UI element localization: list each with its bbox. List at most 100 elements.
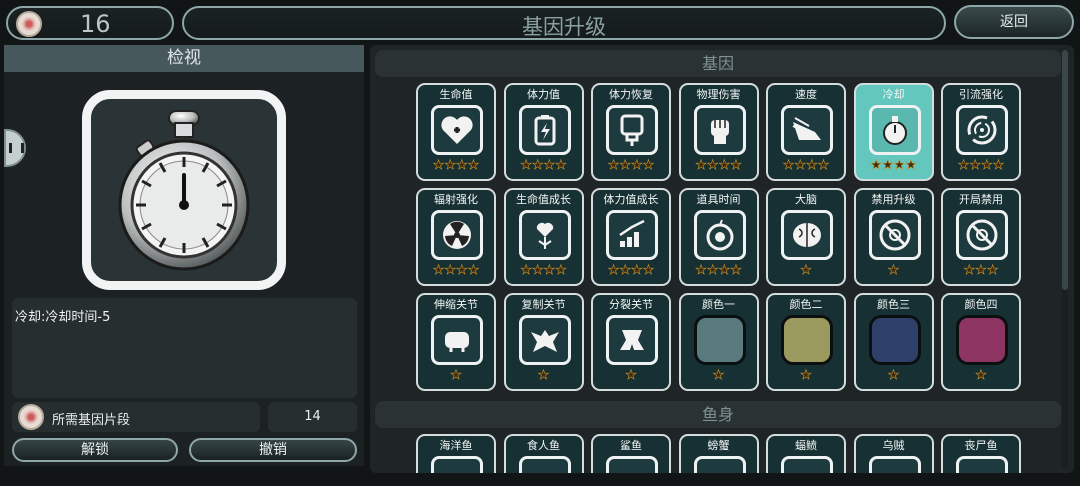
title-bar: 基因升级 [182, 6, 946, 40]
gene-card[interactable]: 颜色四 ★ [941, 293, 1021, 391]
star-rating: ★ [887, 368, 900, 383]
star-rating: ★★★★ [607, 263, 655, 278]
charger-icon [606, 105, 658, 155]
star-rating: ★★★★ [432, 158, 480, 173]
color-swatch [956, 315, 1008, 365]
gene-card[interactable]: 生命值成长 ★★★★ [503, 188, 584, 286]
growing-heart-icon [518, 210, 571, 260]
unlock-button[interactable]: 解锁 [12, 438, 178, 462]
undo-button[interactable]: 撤销 [189, 438, 357, 462]
timer-apple-icon [693, 210, 746, 260]
gene-card[interactable]: 禁用升级 ★ [853, 188, 934, 286]
gene-card-name: 道具时间 [696, 193, 741, 206]
gene-card[interactable]: 体力恢复 ★★★★ [591, 83, 671, 181]
side-pause-tab[interactable] [4, 129, 26, 167]
gene-fragment-counter: 16 [6, 6, 174, 40]
gene-fragment-icon [18, 404, 44, 430]
fish-card[interactable]: 食人鱼 [503, 434, 584, 473]
gene-card-name: 引流强化 [959, 88, 1003, 101]
fish-card-name: 海洋鱼 [439, 439, 473, 452]
scrollbar-thumb[interactable] [1062, 50, 1068, 290]
fish-card-name: 丧尸鱼 [964, 439, 998, 452]
star-rating: ★★★★ [870, 158, 917, 173]
fish-card[interactable]: 鲨鱼 [591, 434, 671, 473]
gene-card-name: 禁用升级 [871, 193, 916, 206]
star-rating: ★★★★ [782, 158, 830, 173]
gene-card[interactable]: 大脑 ★ [766, 188, 846, 286]
growth-chart-icon [606, 210, 658, 260]
gene-card-name: 体力恢复 [609, 88, 653, 101]
gene-card-name: 生命值成长 [516, 193, 571, 206]
gene-card-name: 颜色二 [789, 298, 823, 311]
required-fragments-label: 所需基因片段 [52, 413, 131, 428]
fish-card[interactable]: 蝠鲼 [766, 434, 846, 473]
fish-card[interactable]: 乌贼 [853, 434, 934, 473]
page-title: 基因升级 [522, 15, 606, 39]
gene-card[interactable]: 速度 ★★★★ [766, 83, 846, 181]
fish-card[interactable]: 丧尸鱼 [941, 434, 1021, 473]
required-fragments-value: 14 [268, 402, 357, 432]
gene-card[interactable]: 分裂关节 ★ [591, 293, 671, 391]
gene-card[interactable]: 体力值 ★★★★ [503, 83, 584, 181]
joint-bone-icon [431, 315, 483, 365]
banned-biohazard-icon [956, 210, 1008, 260]
gene-card-name: 辐射强化 [434, 193, 478, 206]
brain-icon [781, 210, 833, 260]
gene-card-name: 颜色三 [877, 298, 910, 311]
color-swatch [693, 315, 746, 365]
star-rating: ★★★★ [520, 158, 567, 173]
stopwatch-icon [868, 105, 921, 155]
stopwatch-icon [118, 110, 250, 271]
star-rating: ★★★★ [695, 263, 742, 278]
battery-icon [518, 105, 571, 155]
fish-card[interactable]: 海洋鱼 [416, 434, 496, 473]
fish-card-name: 食人鱼 [527, 439, 560, 452]
gene-card[interactable]: 体力值成长 ★★★★ [591, 188, 671, 286]
inspect-panel: 检视 冷却:冷却时间-5 所需基因片段 14 解锁 撤销 [4, 45, 364, 466]
gene-card[interactable]: 开局禁用 ★★★ [941, 188, 1021, 286]
vortex-icon [956, 105, 1008, 155]
gene-card[interactable]: 生命值 ★★★★ [416, 83, 496, 181]
gene-card[interactable]: 物理伤害 ★★★★ [678, 83, 759, 181]
gene-card-name: 生命值 [439, 88, 473, 101]
color-swatch [781, 315, 833, 365]
fish-card[interactable]: 螃蟹 [678, 434, 759, 473]
fish-icon [431, 456, 483, 473]
star-rating: ★ [625, 368, 637, 383]
gene-card[interactable]: 复制关节 ★ [503, 293, 584, 391]
fish-card-name: 鲨鱼 [620, 439, 642, 452]
vertebra-icon [518, 315, 571, 365]
gene-card[interactable]: 颜色三 ★ [853, 293, 934, 391]
gene-card-name: 开局禁用 [959, 193, 1003, 206]
fish-icon [956, 456, 1008, 473]
banned-biohazard-icon [868, 210, 921, 260]
gene-card-name: 分裂关节 [609, 298, 653, 311]
gene-card[interactable]: 辐射强化 ★★★★ [416, 188, 496, 286]
color-swatch [868, 315, 921, 365]
gene-card-name: 颜色一 [702, 298, 735, 311]
gene-card[interactable]: 冷却 ★★★★ [853, 83, 934, 181]
heart-plus-icon [431, 105, 483, 155]
star-rating: ★ [975, 368, 987, 383]
star-rating: ★ [450, 368, 462, 383]
selected-gene-icon-frame [82, 90, 286, 290]
gene-card-name: 物理伤害 [696, 88, 741, 101]
fish-icon [868, 456, 921, 473]
gene-card[interactable]: 颜色二 ★ [766, 293, 846, 391]
gene-card-name: 伸缩关节 [434, 298, 478, 311]
gene-list-panel: 基因 鱼身 生命值 ★★★★ 体力值 ★★★★ 体力恢复 ★★★★ 物理伤害 ★★★★ 速度 ★★… [370, 45, 1074, 473]
gene-card[interactable]: 颜色一 ★ [678, 293, 759, 391]
gene-card-name: 速度 [795, 88, 817, 101]
fish-section-header: 鱼身 [375, 401, 1061, 428]
gene-fragment-icon [16, 11, 42, 37]
gene-card[interactable]: 引流强化 ★★★★ [941, 83, 1021, 181]
star-rating: ★ [887, 263, 900, 278]
required-fragments-row: 所需基因片段 [12, 402, 260, 432]
gene-card-name: 冷却 [882, 88, 905, 101]
fish-card-name: 乌贼 [882, 439, 905, 452]
fish-icon [606, 456, 658, 473]
gene-card[interactable]: 伸缩关节 ★ [416, 293, 496, 391]
gene-card[interactable]: 道具时间 ★★★★ [678, 188, 759, 286]
gene-card-name: 体力值成长 [603, 193, 659, 206]
back-button[interactable]: 返回 [954, 5, 1074, 39]
